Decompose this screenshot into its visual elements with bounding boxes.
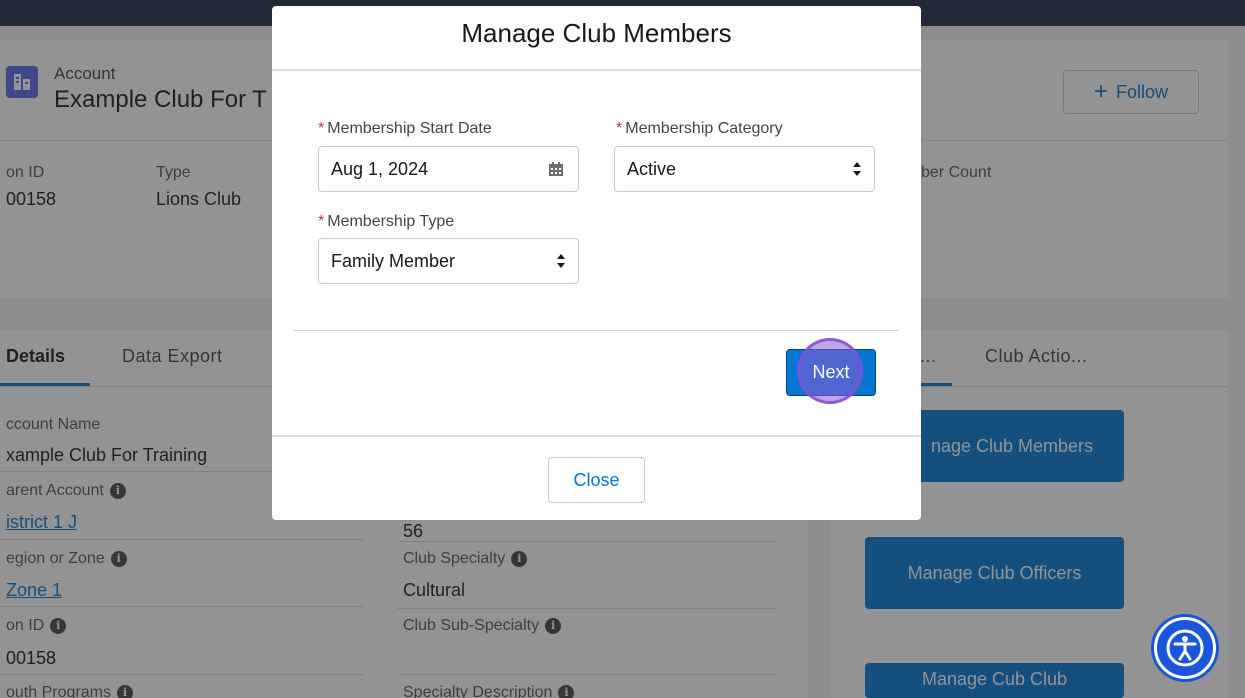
modal-footer-divider [272, 435, 921, 437]
next-label: Next [812, 362, 850, 382]
calendar-icon[interactable] [548, 161, 564, 177]
accessibility-button[interactable] [1154, 617, 1216, 679]
modal-header-divider [272, 69, 921, 71]
start-date-input[interactable]: Aug 1, 2024 [318, 146, 579, 192]
category-label-text: Membership Category [625, 120, 783, 137]
category-label: * Membership Category [616, 120, 783, 138]
required-marker: * [318, 213, 325, 230]
start-date-value: Aug 1, 2024 [331, 158, 429, 179]
modal-title: Manage Club Members [461, 18, 732, 48]
membership-type-label: * Membership Type [318, 213, 454, 231]
membership-type-select[interactable]: Family Member [318, 238, 579, 284]
close-button[interactable]: Close [548, 457, 645, 503]
accessibility-icon [1166, 629, 1204, 667]
required-marker: * [616, 120, 623, 137]
membership-type-label-text: Membership Type [327, 213, 455, 230]
manage-club-members-modal: Manage Club Members * Membership Start Da… [272, 6, 921, 520]
category-value: Active [627, 158, 677, 179]
category-select[interactable]: Active [614, 146, 875, 192]
select-stepper-icon [557, 254, 565, 268]
membership-type-value: Family Member [331, 250, 456, 271]
form-footer-divider [294, 330, 898, 331]
select-stepper-icon [853, 162, 861, 176]
start-date-label: * Membership Start Date [318, 120, 492, 138]
start-date-label-text: Membership Start Date [327, 120, 492, 137]
required-marker: * [318, 120, 325, 137]
